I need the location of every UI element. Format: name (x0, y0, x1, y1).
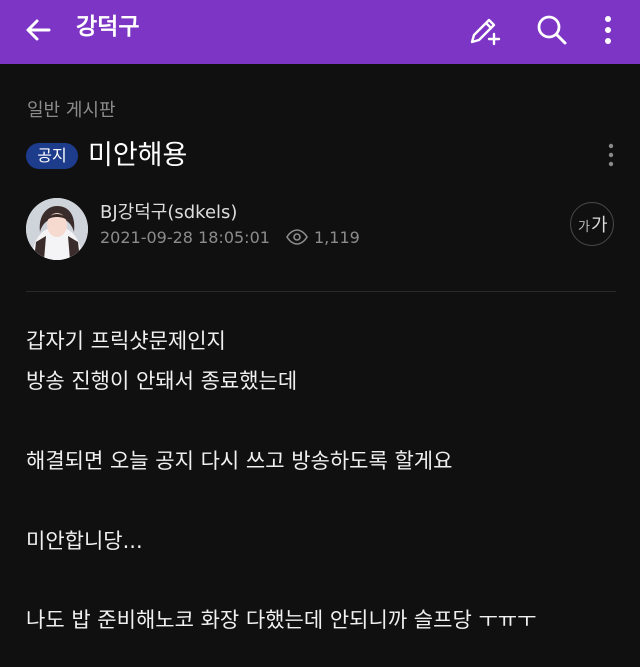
body-line: 갑자기 프릭샷문제인지 (26, 329, 226, 353)
post-title: 미안해용 (88, 140, 188, 171)
author-name[interactable]: BJ강덕구(sdkels) (100, 198, 237, 224)
top-app-bar: 강덕구 (0, 0, 640, 64)
avatar[interactable] (26, 198, 88, 260)
notice-badge: 공지 (26, 143, 78, 169)
app-bar-title: 강덕구 (76, 14, 140, 40)
view-count-value: 1,119 (314, 228, 360, 247)
font-size-button[interactable]: 가 가 (570, 202, 614, 246)
post-meta: 2021-09-28 18:05:01 1,119 (100, 228, 360, 247)
board-category[interactable]: 일반 게시판 (27, 96, 116, 122)
body-line: 해결되면 오늘 공지 다시 쓰고 방송하도록 할게요 (26, 449, 453, 473)
post-title-row: 공지 미안해용 (26, 138, 626, 174)
avatar-image (26, 198, 88, 260)
font-size-big-label: 가 (591, 215, 608, 236)
view-count: 1,119 (286, 228, 360, 247)
post-date: 2021-09-28 18:05:01 (100, 228, 270, 247)
post-more-icon[interactable] (606, 142, 616, 168)
eye-icon (286, 229, 308, 245)
search-icon[interactable] (534, 12, 570, 48)
divider (26, 291, 616, 292)
pencil-plus-icon[interactable] (466, 12, 502, 48)
more-vertical-icon[interactable] (590, 12, 626, 48)
font-size-small-label: 가 (578, 220, 590, 235)
body-line: 나도 밥 준비해노코 화장 다했는데 안되니까 슬프당 ㅜㅠㅜ (26, 608, 537, 632)
body-line: 방송 진행이 안돼서 종료했는데 (26, 369, 298, 393)
arrow-left-icon[interactable] (22, 14, 54, 46)
body-line: 미안합니당... (26, 529, 143, 553)
